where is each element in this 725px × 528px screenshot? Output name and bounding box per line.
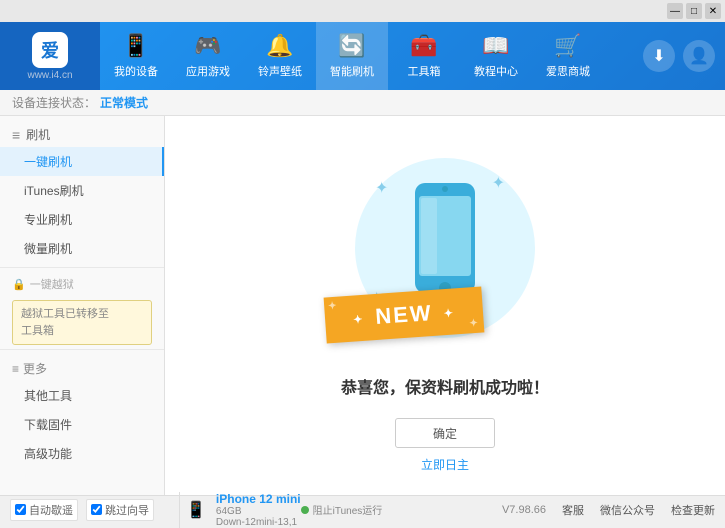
customer-service-link[interactable]: 客服 — [562, 502, 584, 518]
nav-label-apps-games: 应用游戏 — [186, 63, 230, 79]
more-section-label: 更多 — [23, 360, 47, 377]
status-bar: 设备连接状态： 正常模式 — [0, 90, 725, 116]
new-tag-label: ✦ NEW ✦ — [324, 287, 485, 344]
device-section: 📱 iPhone 12 mini 64GB Down-12mini-13,1 — [179, 492, 301, 528]
sidebar-item-advanced[interactable]: 高级功能 — [0, 439, 164, 468]
sidebar-divider-1 — [0, 267, 164, 268]
nav-item-toolbox[interactable]: 🧰 工具箱 — [388, 22, 460, 90]
jailbreak-notice: 越狱工具已转移至工具箱 — [12, 300, 152, 345]
device-model: Down-12mini-13,1 — [216, 517, 301, 528]
logo-url: www.i4.cn — [27, 70, 72, 81]
lock-icon: 🔒 — [12, 278, 26, 291]
skip-wizard-checkbox[interactable]: 跳过向导 — [86, 499, 154, 521]
apps-games-icon: 🎮 — [194, 33, 221, 59]
close-button[interactable]: ✕ — [705, 3, 721, 19]
nav-item-tutorial[interactable]: 📖 教程中心 — [460, 22, 532, 90]
more-icon: ≡ — [12, 362, 19, 376]
nav-label-toolbox: 工具箱 — [408, 63, 441, 79]
smart-flash-icon: 🔄 — [338, 33, 365, 59]
maximize-button[interactable]: □ — [686, 3, 702, 19]
sidebar-item-download-firmware[interactable]: 下载固件 — [0, 410, 164, 439]
itunes-status-label: 阻止iTunes运行 — [313, 502, 383, 517]
title-bar: — □ ✕ — [0, 0, 725, 22]
nav-label-shop: 爱思商城 — [546, 63, 590, 79]
device-name: iPhone 12 mini — [216, 492, 301, 506]
auto-connect-label: 自动歇遥 — [29, 502, 73, 518]
itunes-status: 阻止iTunes运行 — [301, 502, 502, 517]
skip-wizard-label: 跳过向导 — [105, 502, 149, 518]
status-label: 设备连接状态： — [12, 94, 96, 111]
itunes-status-dot — [301, 506, 309, 514]
version-text: V7.98.66 — [502, 504, 546, 516]
user-button[interactable]: 👤 — [683, 40, 715, 72]
sidebar-item-other-tools[interactable]: 其他工具 — [0, 381, 164, 410]
new-banner: ✦ NEW ✦ — [325, 292, 483, 338]
toolbox-icon: 🧰 — [410, 33, 437, 59]
sidebar-divider-2 — [0, 349, 164, 350]
nav-item-ringtone[interactable]: 🔔 铃声壁纸 — [244, 22, 316, 90]
restart-link[interactable]: 立即日主 — [421, 456, 469, 473]
sidebar: ≡ 刷机 一键刷机 iTunes刷机 专业刷机 微量刷机 🔒 一键越狱 越狱工具… — [0, 116, 165, 495]
success-text: 恭喜您，保资料刷机成功啦！ — [341, 374, 549, 398]
nav-item-my-device[interactable]: 📱 我的设备 — [100, 22, 172, 90]
status-value: 正常模式 — [100, 94, 148, 111]
logo-icon: 爱 — [32, 32, 68, 68]
main-layout: ≡ 刷机 一键刷机 iTunes刷机 专业刷机 微量刷机 🔒 一键越狱 越狱工具… — [0, 116, 725, 495]
device-storage: 64GB — [216, 506, 301, 517]
my-device-icon: 📱 — [122, 33, 149, 59]
nav-items: 📱 我的设备 🎮 应用游戏 🔔 铃声壁纸 🔄 智能刷机 🧰 工具箱 📖 教程中心… — [100, 22, 643, 90]
phone-icon: 📱 — [186, 500, 206, 520]
header: 爱 www.i4.cn 📱 我的设备 🎮 应用游戏 🔔 铃声壁纸 🔄 智能刷机 … — [0, 22, 725, 90]
nav-item-smart-flash[interactable]: 🔄 智能刷机 — [316, 22, 388, 90]
confirm-button[interactable]: 确定 — [395, 418, 495, 448]
jailbreak-header: 一键越狱 — [30, 276, 74, 292]
more-section-header: ≡ 更多 — [0, 354, 164, 381]
tutorial-icon: 📖 — [482, 33, 509, 59]
wechat-link[interactable]: 微信公众号 — [600, 502, 655, 518]
sparkle-icon-2: ✦ — [492, 173, 505, 193]
sidebar-item-itunes-flash[interactable]: iTunes刷机 — [0, 176, 164, 205]
auto-connect-checkbox[interactable]: 自动歇遥 — [10, 499, 78, 521]
success-illustration: ✦ ✦ ✦ ✦ — [345, 138, 545, 358]
nav-item-shop[interactable]: 🛒 爱思商城 — [532, 22, 604, 90]
content-area: ✦ ✦ ✦ ✦ — [165, 116, 725, 495]
nav-label-tutorial: 教程中心 — [474, 63, 518, 79]
bottom-mid: 阻止iTunes运行 — [301, 502, 502, 517]
flash-section-label: 刷机 — [26, 126, 50, 143]
check-update-link[interactable]: 检查更新 — [671, 502, 715, 518]
bottom-bar: 自动歇遥 跳过向导 📱 iPhone 12 mini 64GB Down-12m… — [0, 495, 725, 523]
nav-label-ringtone: 铃声壁纸 — [258, 63, 302, 79]
skip-wizard-input[interactable] — [91, 504, 102, 515]
flash-section-header: ≡ 刷机 — [0, 120, 164, 147]
bottom-right: V7.98.66 客服 微信公众号 检查更新 — [502, 502, 715, 518]
nav-label-my-device: 我的设备 — [114, 63, 158, 79]
logo[interactable]: 爱 www.i4.cn — [0, 22, 100, 90]
sidebar-item-pro-flash[interactable]: 专业刷机 — [0, 205, 164, 234]
auto-connect-input[interactable] — [15, 504, 26, 515]
nav-label-smart-flash: 智能刷机 — [330, 63, 374, 79]
sidebar-item-one-click-flash[interactable]: 一键刷机 — [0, 147, 164, 176]
bottom-checkboxes: 自动歇遥 跳过向导 — [10, 499, 175, 521]
shop-icon: 🛒 — [554, 33, 581, 59]
ringtone-icon: 🔔 — [266, 33, 293, 59]
flash-section-icon: ≡ — [12, 127, 20, 143]
sidebar-item-micro-flash[interactable]: 微量刷机 — [0, 234, 164, 263]
nav-right: ⬇ 👤 — [643, 40, 725, 72]
sparkle-icon-1: ✦ — [375, 178, 388, 198]
download-button[interactable]: ⬇ — [643, 40, 675, 72]
minimize-button[interactable]: — — [667, 3, 683, 19]
nav-item-apps-games[interactable]: 🎮 应用游戏 — [172, 22, 244, 90]
device-info: iPhone 12 mini 64GB Down-12mini-13,1 — [216, 492, 301, 528]
